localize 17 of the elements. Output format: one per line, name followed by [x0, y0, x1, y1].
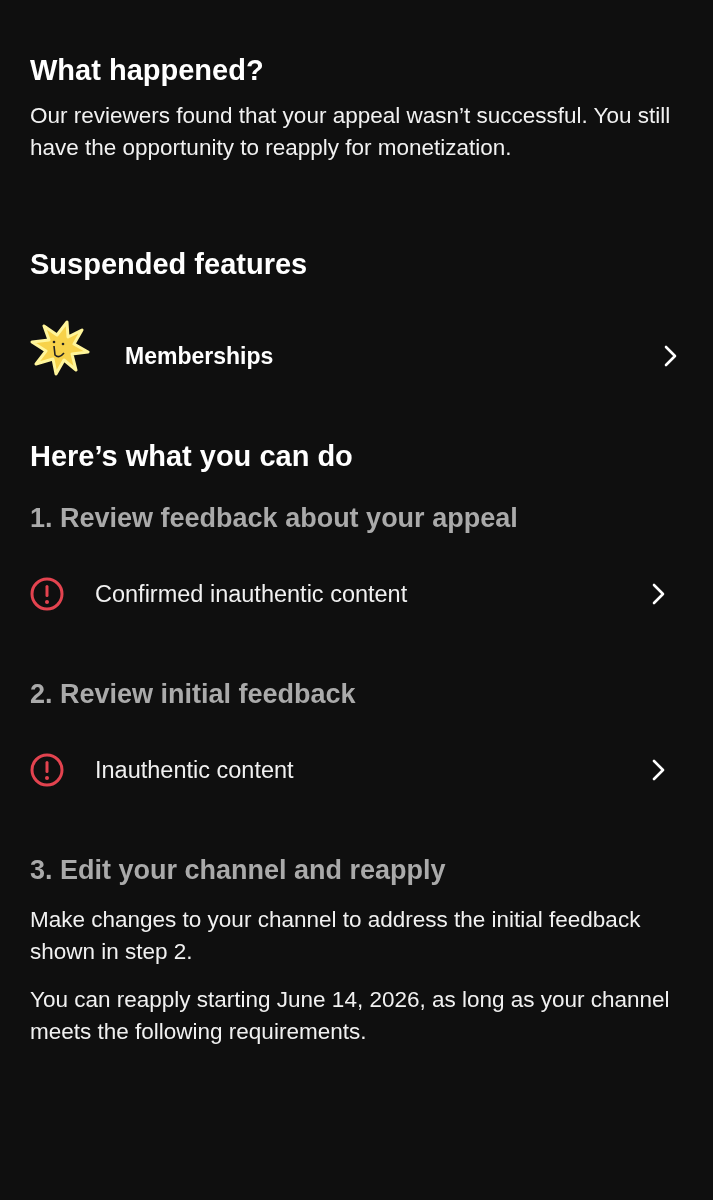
- feature-row[interactable]: Memberships: [30, 318, 683, 394]
- section-heading: Here’s what you can do: [30, 439, 354, 474]
- chevron-icon: [650, 583, 666, 605]
- feedback-row[interactable]: Inauthentic content: [30, 734, 683, 806]
- section-heading: What happened?: [30, 53, 265, 88]
- step-text: Make changes to your channel to address the initial feedback shown in step 2.: [30, 906, 642, 966]
- step-heading: 3. Edit your channel and reapply: [30, 854, 447, 887]
- feedback-row[interactable]: Confirmed inauthentic content: [30, 558, 683, 630]
- chevron-icon: [662, 345, 678, 367]
- section-heading: Suspended features: [30, 247, 309, 282]
- alert-icon: [30, 753, 64, 787]
- description-text: Our reviewers found that your appeal wasn’t successful. You still have the opportunity to reapply for monetization.: [30, 102, 672, 162]
- step-heading: 1. Review feedback about your appeal: [30, 502, 519, 535]
- step-text: You can reapply starting June 14, 2026, as long as your channel meets the following requirements.: [30, 986, 671, 1046]
- alert-icon: [30, 577, 64, 611]
- step-heading: 2. Review initial feedback: [30, 678, 357, 711]
- chevron-icon: [650, 759, 666, 781]
